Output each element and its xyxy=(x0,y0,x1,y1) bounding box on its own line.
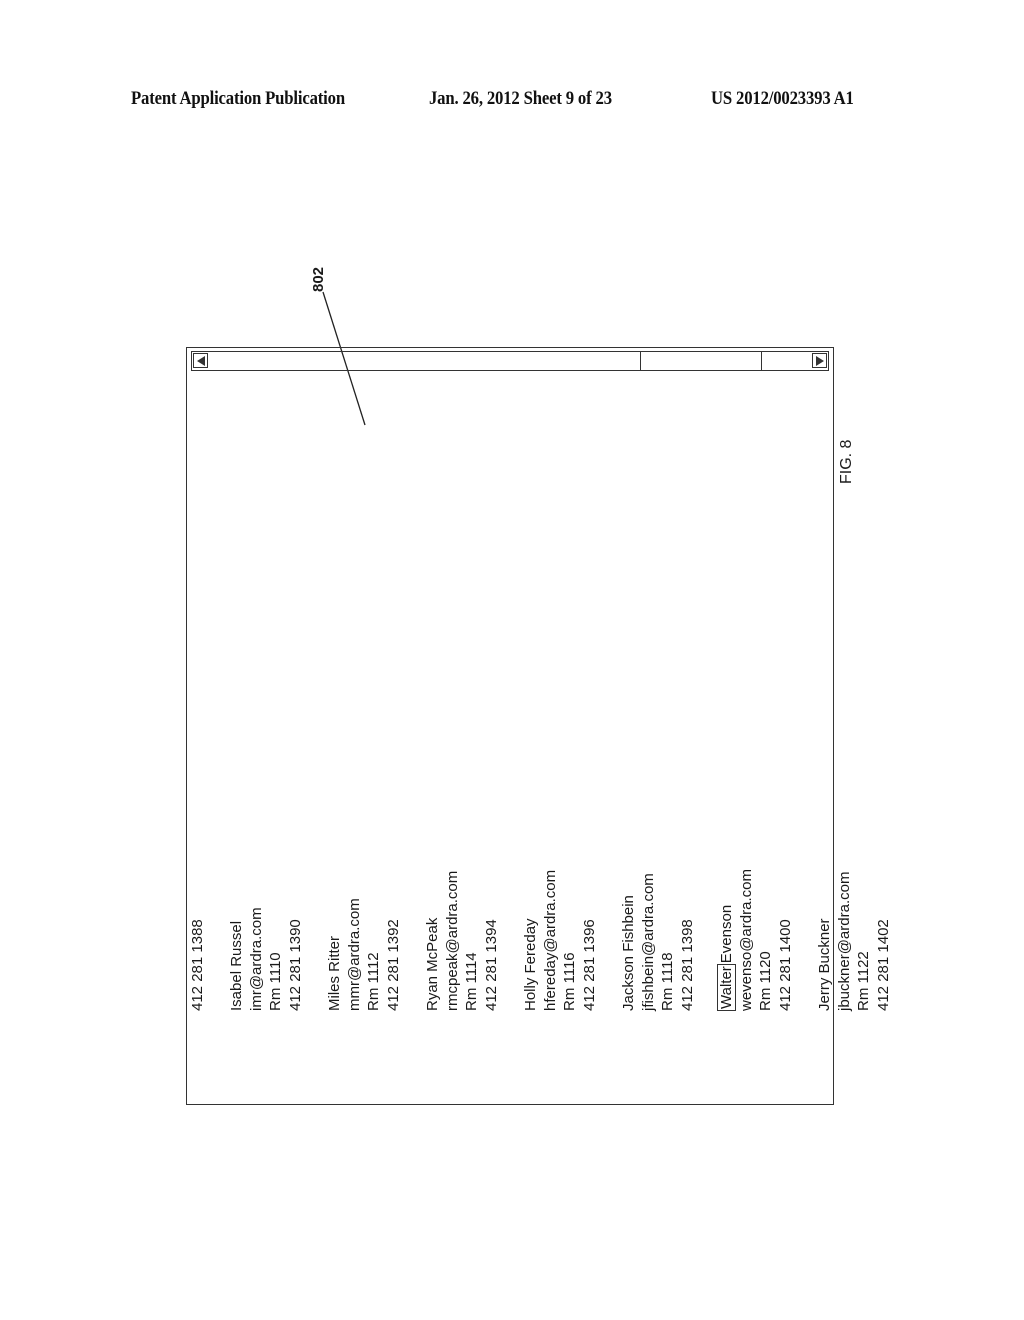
contact-line: 412 281 1402 xyxy=(875,919,893,1011)
scroll-left-button[interactable] xyxy=(193,353,208,368)
contact-line-text: Holly Fereday xyxy=(522,918,540,1011)
contact-line-text: jfishbein@ardra.com xyxy=(639,873,657,1011)
contact-line: imr@ardra.com xyxy=(248,907,266,1011)
contact-line: WalterEvenson xyxy=(717,904,737,1011)
contact-line-text: 412 281 1394 xyxy=(483,919,500,1011)
contact-line-text: 412 281 1388 xyxy=(189,919,206,1011)
contact-line-text: Rm 1122 xyxy=(855,951,873,1011)
contact-line-text: hfereday@ardra.com xyxy=(541,869,559,1011)
contact-line-text: Rm 1116 xyxy=(561,952,579,1011)
contact-line-text: Ryan McPeak xyxy=(424,917,442,1011)
contact-line-text: Rm 1112 xyxy=(365,952,383,1011)
contact-line: Rm 1120 xyxy=(757,951,775,1011)
scroll-right-button[interactable] xyxy=(812,353,827,368)
contact-line: hfereday@ardra.com xyxy=(542,870,560,1011)
reference-numeral: 802 xyxy=(310,266,327,292)
contact-list-window: 412 281 1388 Isabel Russel imr@ardra.com Rm… xyxy=(186,347,892,1105)
contact-line: mmr@ardra.com xyxy=(346,898,364,1011)
contact-line: Jerry Buckner xyxy=(816,918,834,1011)
contact-line: 412 281 1388 xyxy=(189,919,207,1011)
contact-line: Isabel Russel xyxy=(228,921,246,1011)
contact-line: jfishbein@ardra.com xyxy=(640,873,658,1011)
contact-line: Miles Ritter xyxy=(326,936,344,1011)
contact-line-text: jbuckner@ardra.com xyxy=(835,871,853,1011)
contact-line: 412 281 1394 xyxy=(483,919,501,1011)
contact-line-text: Miles Ritter xyxy=(326,935,344,1011)
contact-line-text: Rm 1118 xyxy=(659,952,677,1011)
contact-line-text: 412 281 1390 xyxy=(287,919,304,1011)
triangle-left-icon xyxy=(196,355,205,366)
contact-line: Rm 1114 xyxy=(463,952,481,1011)
contact-line: Holly Fereday xyxy=(522,918,540,1011)
scrollbar-thumb[interactable] xyxy=(640,351,762,370)
contact-line-text: rmcpeak@ardra.com xyxy=(443,870,461,1011)
triangle-right-icon xyxy=(815,355,824,366)
contact-line-text: 412 281 1396 xyxy=(581,919,598,1011)
contact-line-text: Jackson Fishbein xyxy=(620,895,638,1011)
contact-line-text: 412 281 1400 xyxy=(777,919,794,1011)
contact-line: 412 281 1396 xyxy=(581,919,599,1011)
figure-label: FIG. 8 xyxy=(838,439,855,484)
contact-line: Rm 1122 xyxy=(855,951,873,1011)
contact-line-text: mmr@ardra.com xyxy=(345,898,363,1011)
contact-line-text: Evenson xyxy=(718,904,736,964)
contact-line: rmcpeak@ardra.com xyxy=(444,871,462,1011)
contact-line-text: Isabel Russel xyxy=(228,920,246,1011)
contact-line-text: 412 281 1402 xyxy=(875,919,892,1011)
contact-line: Rm 1110 xyxy=(267,952,285,1011)
contact-line-text: 412 281 1392 xyxy=(385,919,402,1011)
contact-line: Rm 1116 xyxy=(561,952,579,1011)
contact-line: Rm 1112 xyxy=(365,952,383,1011)
contact-line-text: Rm 1120 xyxy=(757,951,775,1011)
highlighted-word[interactable]: Walter xyxy=(717,964,737,1011)
contact-line-text: 412 281 1398 xyxy=(679,919,696,1011)
horizontal-scrollbar[interactable] xyxy=(191,351,829,371)
contact-line: 412 281 1390 xyxy=(287,919,305,1011)
contact-line: 412 281 1398 xyxy=(679,919,697,1011)
contact-line: 412 281 1400 xyxy=(777,919,795,1011)
contact-line: jbuckner@ardra.com xyxy=(836,872,854,1011)
contact-line-text: Jerry Buckner xyxy=(816,918,834,1011)
contact-line-text: imr@ardra.com xyxy=(247,907,265,1011)
contact-line: 412 281 1392 xyxy=(385,919,403,1011)
contact-line: Ryan McPeak xyxy=(424,918,442,1011)
contact-line-text: Rm 1114 xyxy=(463,952,481,1011)
contact-line-text: Rm 1110 xyxy=(267,952,285,1011)
contact-line-text: wevenso@ardra.com xyxy=(737,869,755,1011)
contact-line: Rm 1118 xyxy=(659,952,677,1011)
contact-line: wevenso@ardra.com xyxy=(738,869,756,1011)
contact-line: Jackson Fishbein xyxy=(620,895,638,1011)
